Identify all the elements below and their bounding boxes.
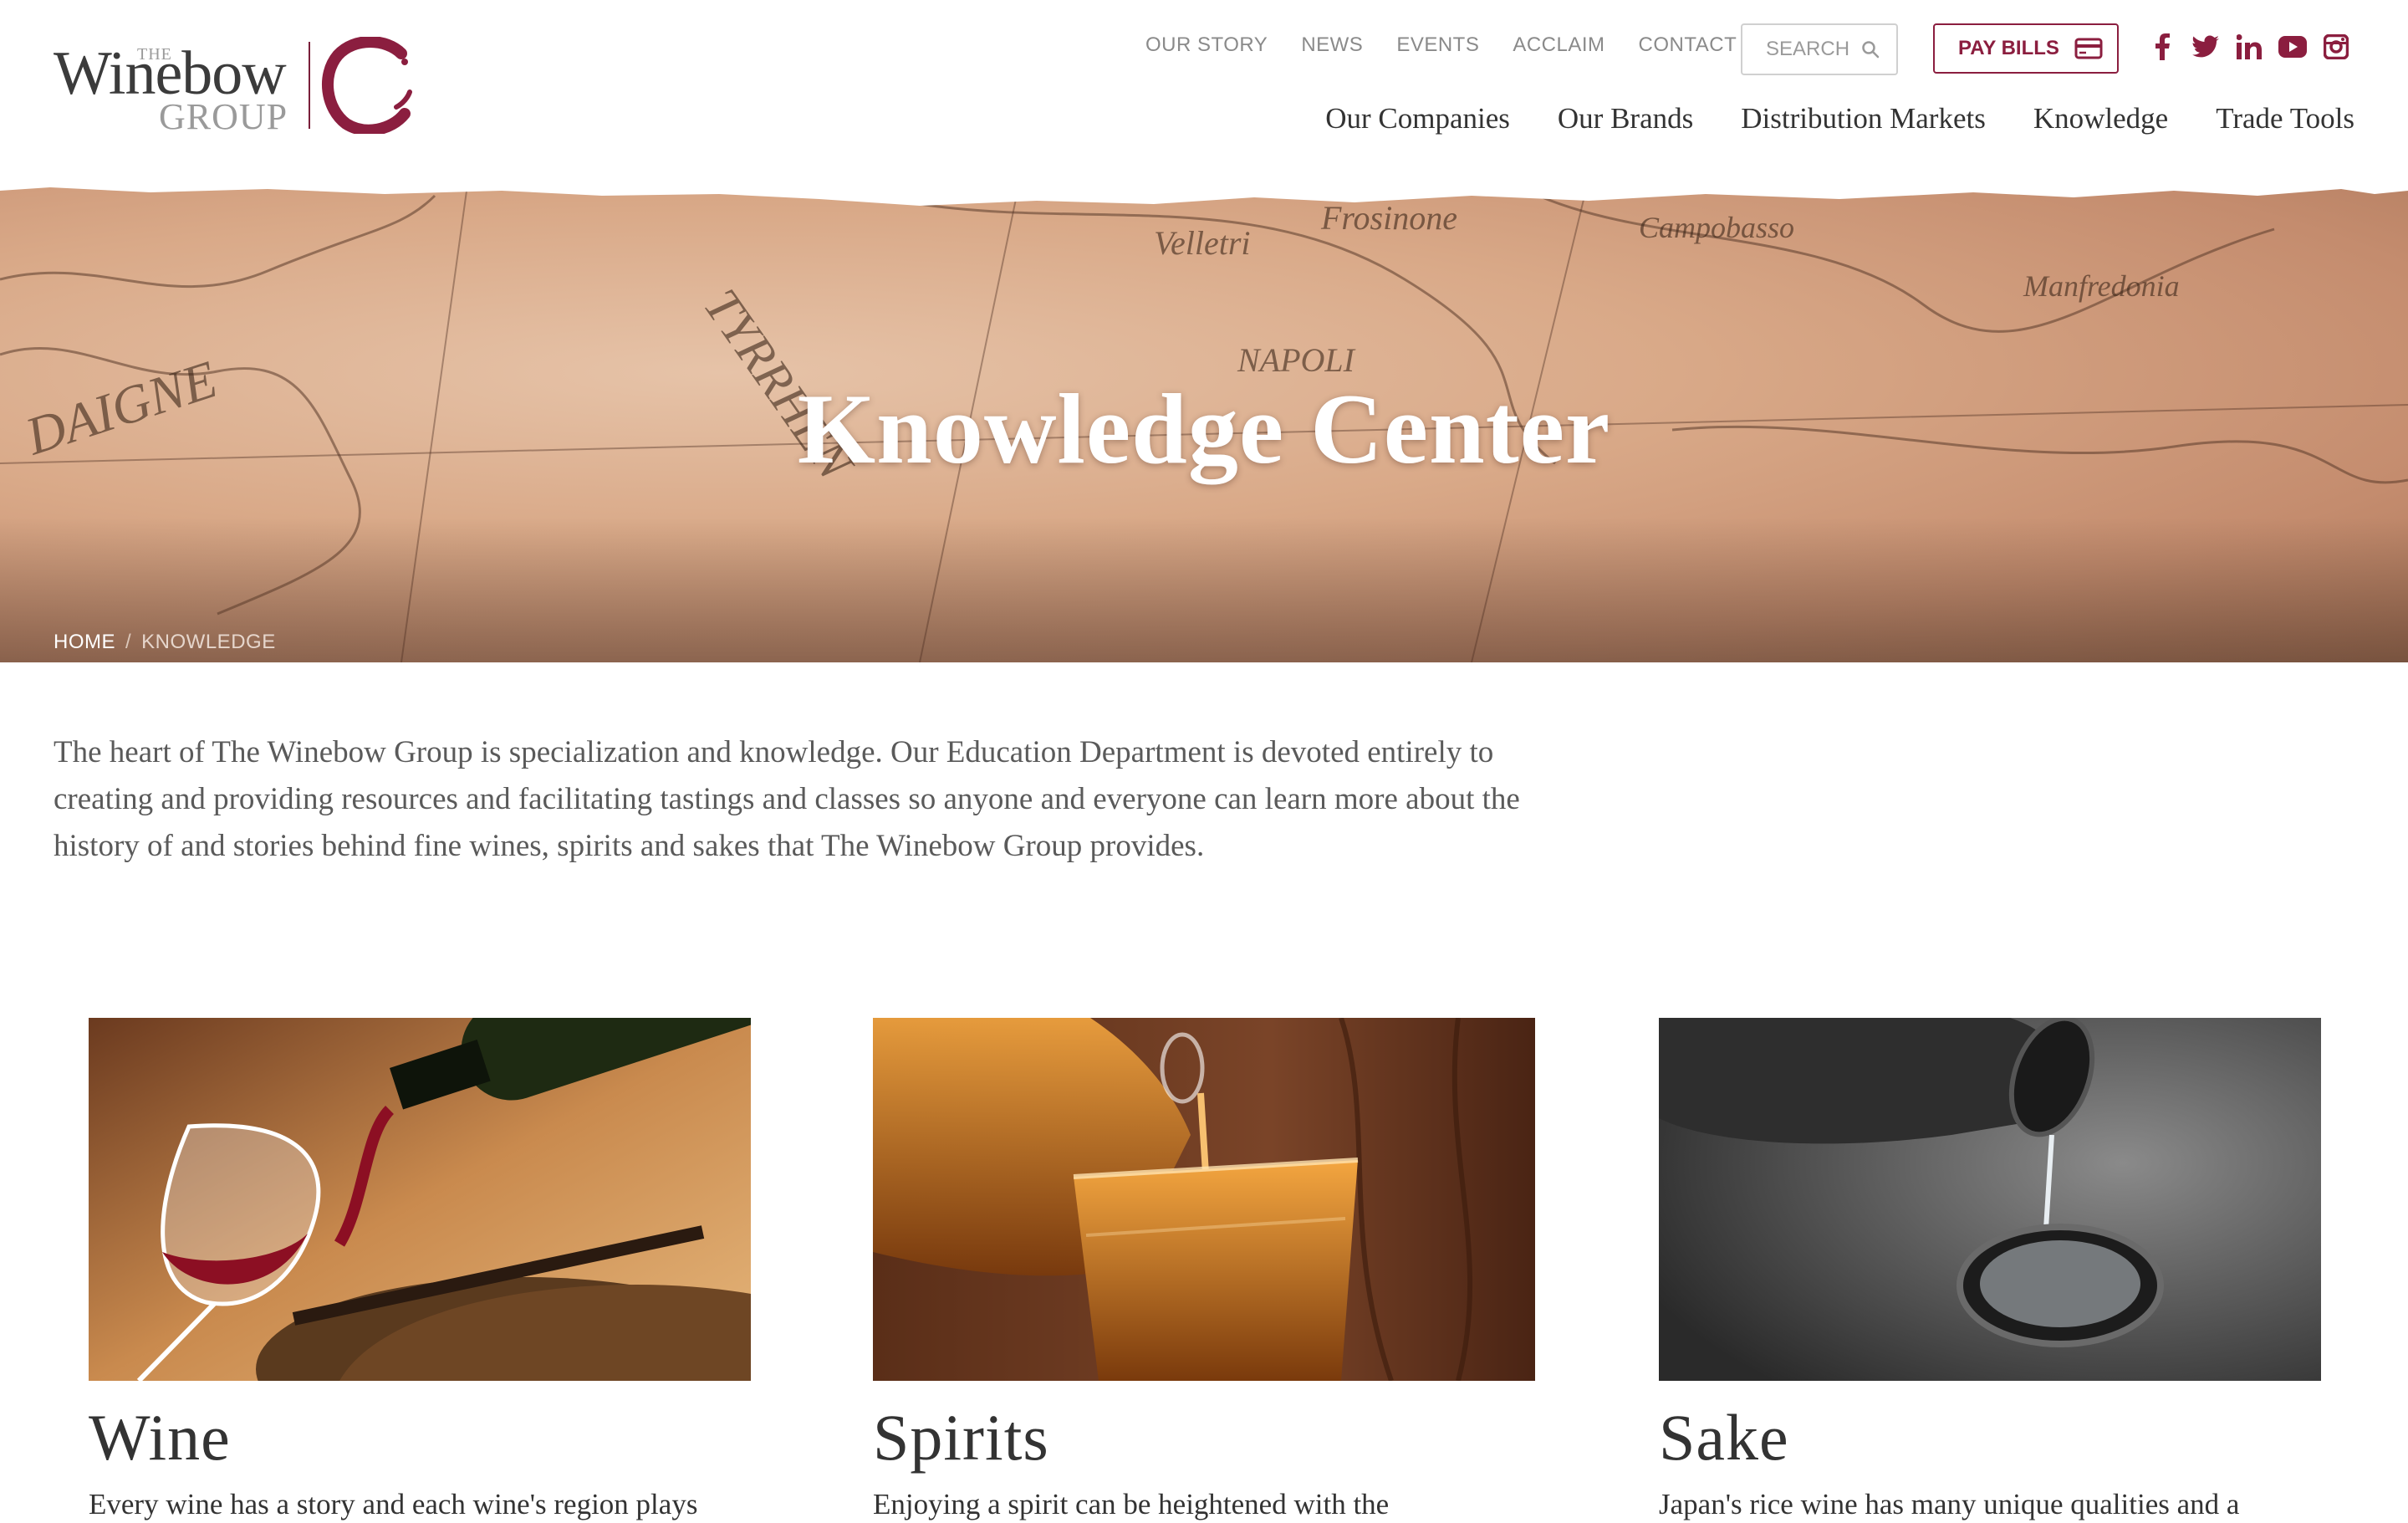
nav-events[interactable]: EVENTS [1396, 33, 1479, 57]
spirits-image[interactable] [873, 1018, 1535, 1381]
pay-bills-button[interactable]: PAY BILLS [1933, 23, 2119, 74]
card-description: Every wine has a story and each wine's r… [89, 1488, 698, 1520]
card-sake[interactable]: Sake Japan's rice wine has many unique q… [1659, 1018, 2321, 1523]
main-nav: Our Companies Our Brands Distribution Ma… [1278, 102, 2354, 135]
svg-text:Velletri: Velletri [1154, 224, 1251, 262]
site-header: THE Winebow GROUP OUR STORY NEWS EVENTS … [0, 0, 2408, 188]
logo-c-mark-icon [322, 37, 412, 134]
nav-our-brands[interactable]: Our Brands [1558, 102, 1693, 135]
social-links [2147, 30, 2365, 64]
page-title: Knowledge Center [797, 373, 1611, 484]
card-spirits[interactable]: Spirits Enjoying a spirit can be heighte… [873, 1018, 1535, 1523]
torn-paper-edge [0, 179, 2408, 206]
logo-group: GROUP [159, 96, 288, 137]
facebook-icon[interactable] [2147, 30, 2177, 64]
youtube-icon[interactable] [2278, 30, 2308, 64]
card-wine[interactable]: Wine Every wine has a story and each win… [89, 1018, 751, 1523]
search-icon [1862, 41, 1880, 59]
nav-news[interactable]: NEWS [1301, 33, 1363, 57]
svg-text:Manfredonia: Manfredonia [2023, 269, 2180, 303]
nav-our-companies[interactable]: Our Companies [1325, 102, 1510, 135]
card-title[interactable]: Spirits [873, 1401, 1535, 1474]
card-description: Japan's rice wine has many unique qualit… [1659, 1488, 2240, 1520]
search-input[interactable]: SEARCH [1741, 23, 1898, 75]
nav-our-story[interactable]: OUR STORY [1145, 33, 1268, 57]
winebow-group-logo[interactable]: THE Winebow GROUP [54, 37, 421, 137]
nav-distribution-markets[interactable]: Distribution Markets [1741, 102, 1986, 135]
nav-trade-tools[interactable]: Trade Tools [2216, 102, 2354, 135]
instagram-icon[interactable] [2321, 30, 2351, 64]
utility-nav: OUR STORY NEWS EVENTS ACCLAIM CONTACT [1145, 33, 1770, 57]
breadcrumb-current: KNOWLEDGE [141, 631, 276, 653]
sake-image[interactable] [1659, 1018, 2321, 1381]
card-title[interactable]: Wine [89, 1401, 751, 1474]
logo-divider [309, 42, 310, 129]
twitter-icon[interactable] [2191, 30, 2221, 64]
hero-banner: DAIGNE TYRRHEN Velletri Frosinone Campob… [0, 179, 2408, 662]
breadcrumb-separator: / [125, 631, 132, 653]
search-label: SEARCH [1766, 38, 1850, 60]
nav-acclaim[interactable]: ACCLAIM [1513, 33, 1604, 57]
pay-bills-label: PAY BILLS [1958, 37, 2059, 59]
nav-knowledge[interactable]: Knowledge [2033, 102, 2168, 135]
credit-card-icon [2074, 38, 2103, 59]
wine-image[interactable] [89, 1018, 751, 1381]
card-description: Enjoying a spirit can be heightened with… [873, 1488, 1390, 1520]
breadcrumb-home[interactable]: HOME [54, 631, 115, 653]
linkedin-icon[interactable] [2234, 30, 2264, 64]
nav-contact[interactable]: CONTACT [1639, 33, 1737, 57]
breadcrumb: HOME / KNOWLEDGE [54, 631, 276, 654]
intro-paragraph: The heart of The Winebow Group is specia… [54, 735, 1520, 863]
card-title[interactable]: Sake [1659, 1401, 2321, 1474]
